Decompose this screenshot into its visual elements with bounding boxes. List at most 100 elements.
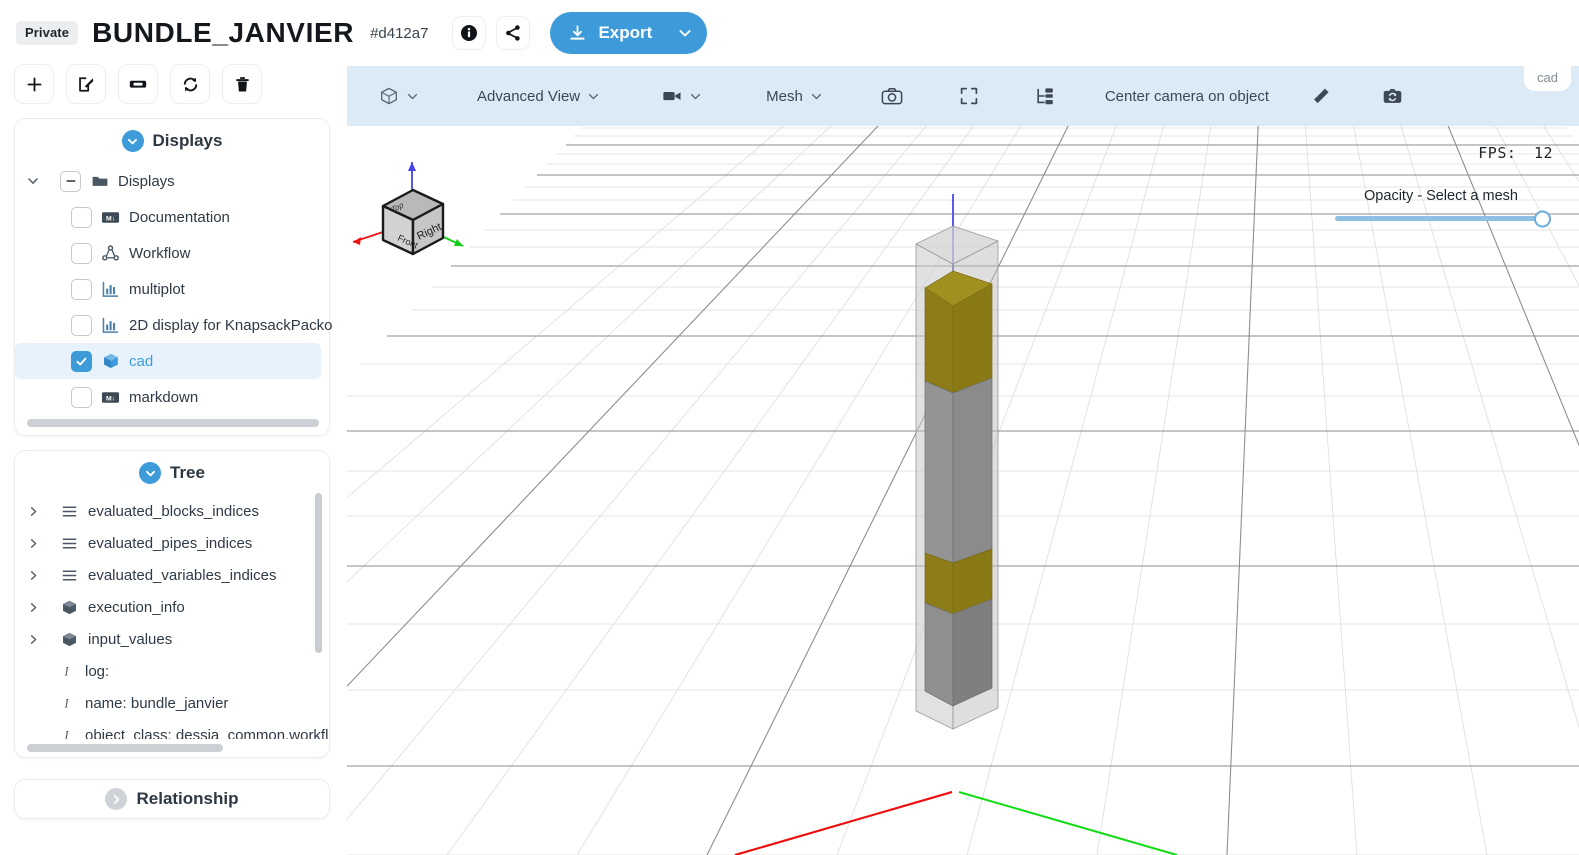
- viewer-tab-cad[interactable]: cad: [1524, 66, 1571, 91]
- tree-item[interactable]: evaluated_variables_indices: [15, 559, 329, 591]
- chevron-down-icon: [587, 90, 600, 103]
- relationship-panel-header[interactable]: Relationship: [105, 780, 239, 818]
- download-icon: [568, 24, 587, 43]
- svg-text:M↓: M↓: [106, 395, 115, 402]
- display-item-2d-display[interactable]: 2D display for KnapsackPacko: [15, 307, 333, 343]
- edit-button[interactable]: [66, 64, 106, 104]
- tree-vertical-scrollbar[interactable]: [315, 493, 322, 653]
- mesh-menu[interactable]: Mesh: [756, 82, 833, 111]
- display-checkbox[interactable]: [71, 314, 92, 336]
- center-camera-label: Center camera on object: [1104, 87, 1270, 105]
- displays-root-checkbox[interactable]: [60, 170, 81, 192]
- share-icon: [504, 24, 522, 42]
- opacity-slider-knob[interactable]: [1534, 210, 1551, 227]
- share-button[interactable]: [496, 16, 531, 50]
- markdown-icon: M↓: [101, 208, 120, 227]
- cube-icon: [60, 630, 79, 649]
- tree-item[interactable]: I name: bundle_janvier: [15, 687, 329, 719]
- fps-value: 12: [1533, 144, 1553, 162]
- fps-label: FPS:: [1478, 144, 1517, 162]
- three-d-scene[interactable]: Front Right Top: [347, 66, 1579, 855]
- column-model: [915, 225, 1000, 730]
- top-header: Private BUNDLE_JANVIER #d412a7 Export: [0, 0, 1579, 66]
- delete-button[interactable]: [222, 64, 262, 104]
- display-item-label: 2D display for KnapsackPacko: [129, 316, 333, 334]
- chevron-down-icon[interactable]: [25, 173, 41, 189]
- chevron-down-circle-icon[interactable]: [121, 130, 144, 152]
- center-camera-button[interactable]: Center camera on object: [1095, 82, 1279, 111]
- chevron-right-icon[interactable]: [25, 535, 41, 551]
- refresh-button[interactable]: [170, 64, 210, 104]
- tree-item-label: evaluated_variables_indices: [88, 566, 277, 584]
- tree-item[interactable]: I object_class: dessia_common.workfl: [15, 719, 329, 740]
- chevron-down-icon[interactable]: [677, 25, 693, 41]
- refresh-icon: [181, 75, 200, 94]
- chevron-right-icon[interactable]: [25, 567, 41, 583]
- info-icon: [460, 24, 478, 42]
- chevron-right-icon[interactable]: [25, 503, 41, 519]
- view-cube-menu[interactable]: [369, 80, 429, 112]
- plus-icon: [25, 75, 44, 94]
- document-hash: #d412a7: [370, 24, 429, 42]
- cube-icon: [60, 598, 79, 617]
- chevron-down-circle-icon[interactable]: [139, 462, 161, 484]
- displays-root-row[interactable]: Displays: [15, 163, 329, 199]
- displays-horizontal-scrollbar[interactable]: [27, 419, 319, 427]
- display-checkbox[interactable]: [71, 242, 92, 264]
- displays-tree: Displays M↓ Documentation Workflow multi…: [15, 163, 333, 415]
- tree-item[interactable]: input_values: [15, 623, 329, 655]
- add-button[interactable]: [14, 64, 54, 104]
- tree-panel-title: Tree: [170, 463, 205, 482]
- fullscreen-button[interactable]: [949, 80, 989, 112]
- info-button[interactable]: [452, 16, 487, 50]
- opacity-slider[interactable]: [1335, 210, 1551, 227]
- svg-text:M↓: M↓: [106, 215, 115, 222]
- chevron-right-icon[interactable]: [25, 599, 41, 615]
- chevron-down-icon: [406, 90, 419, 103]
- displays-panel-title: Displays: [152, 131, 223, 150]
- viewer-toolbar: Advanced View Mesh Center camera on obje…: [347, 66, 1579, 126]
- expand-icon: [959, 86, 979, 106]
- display-checkbox[interactable]: [71, 350, 92, 372]
- tree-panel: Tree evaluated_blocks_indices evaluated_…: [14, 450, 330, 758]
- reset-camera-button[interactable]: [1372, 81, 1413, 112]
- tree-horizontal-scrollbar[interactable]: [27, 744, 223, 752]
- gray-segment: [924, 380, 954, 564]
- export-label: Export: [598, 23, 653, 42]
- export-button[interactable]: Export: [550, 12, 708, 54]
- tree-panel-header[interactable]: Tree: [15, 451, 329, 495]
- advanced-view-menu[interactable]: Advanced View: [467, 82, 610, 111]
- text-icon: I: [57, 662, 76, 681]
- display-item-documentation[interactable]: M↓ Documentation: [15, 199, 329, 235]
- svg-text:I: I: [63, 696, 69, 710]
- tree-item[interactable]: evaluated_pipes_indices: [15, 527, 329, 559]
- rename-button[interactable]: [118, 64, 158, 104]
- display-checkbox[interactable]: [71, 206, 92, 228]
- tree-item-label: name: bundle_janvier: [85, 694, 229, 712]
- photo-camera-icon: [881, 87, 903, 106]
- display-item-markdown[interactable]: M↓ markdown: [15, 379, 329, 415]
- camera-video-menu[interactable]: [652, 82, 712, 110]
- cad-viewer[interactable]: Front Right Top Advanced View Mesh Cente…: [347, 66, 1579, 855]
- display-checkbox[interactable]: [71, 278, 92, 300]
- tree-item[interactable]: execution_info: [15, 591, 329, 623]
- display-checkbox[interactable]: [71, 386, 92, 408]
- tree-item-label: log:: [85, 662, 110, 680]
- measure-button[interactable]: [1301, 80, 1342, 113]
- chevron-right-icon[interactable]: [25, 631, 41, 647]
- displays-panel-header[interactable]: Displays: [15, 119, 329, 163]
- tree-item-label: execution_info: [88, 598, 185, 616]
- opacity-control: Opacity - Select a mesh: [1321, 188, 1561, 227]
- relationship-panel[interactable]: Relationship: [14, 779, 330, 819]
- displays-panel: Displays Displays M↓ Documentation Workf…: [14, 118, 333, 436]
- display-item-cad[interactable]: cad: [15, 343, 321, 379]
- tree-item[interactable]: I log:: [15, 655, 329, 687]
- tree-structure-button[interactable]: [1025, 81, 1065, 112]
- display-item-workflow[interactable]: Workflow: [15, 235, 329, 271]
- cube-icon: [101, 352, 120, 371]
- tree-item[interactable]: evaluated_blocks_indices: [15, 495, 329, 527]
- display-item-multiplot[interactable]: multiplot: [15, 271, 329, 307]
- screenshot-button[interactable]: [871, 81, 913, 112]
- chevron-right-circle-icon[interactable]: [105, 788, 128, 810]
- video-camera-icon: [662, 88, 682, 104]
